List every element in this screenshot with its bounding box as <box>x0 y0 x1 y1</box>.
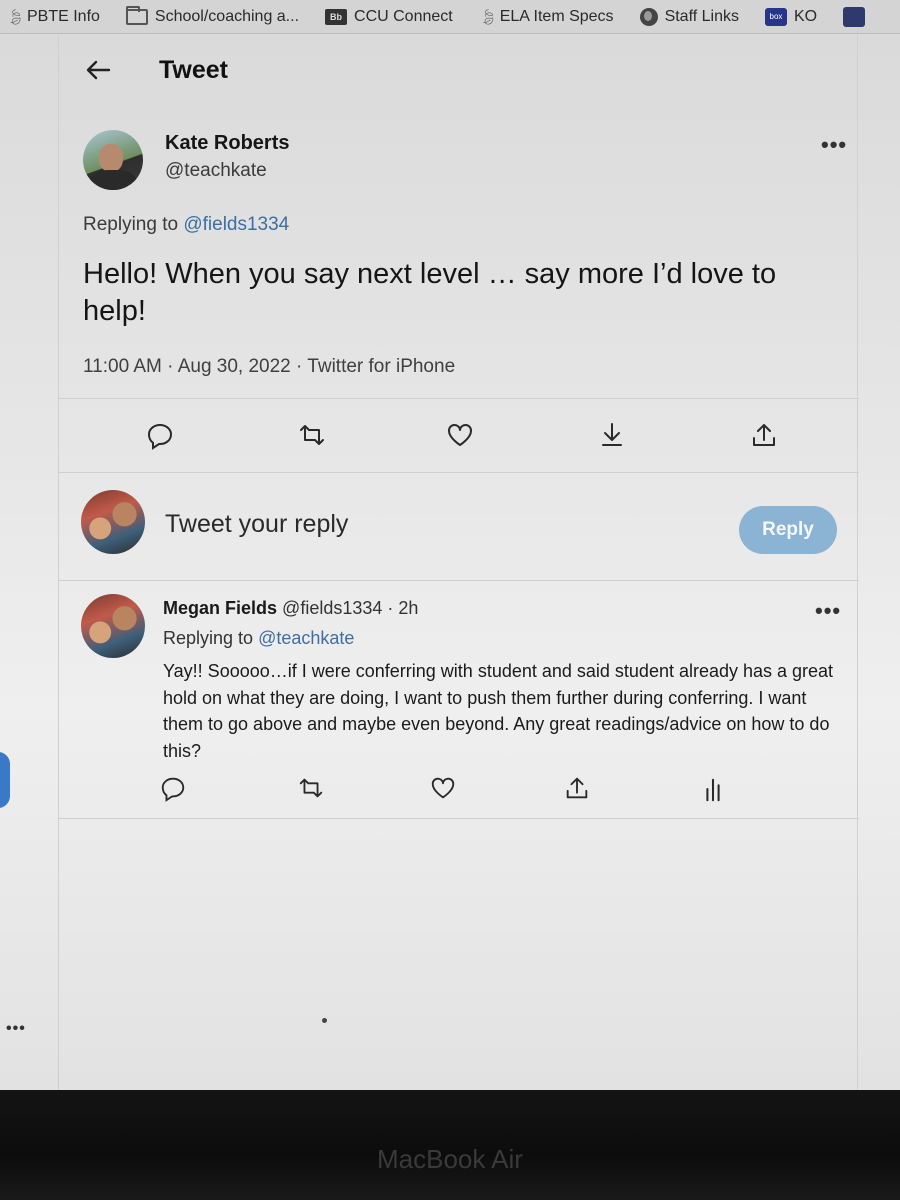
avatar[interactable] <box>81 594 145 658</box>
retweet-icon[interactable] <box>297 774 325 802</box>
author-handle[interactable]: @teachkate <box>165 160 267 182</box>
replying-to: Replying to @fields1334 <box>83 214 289 236</box>
bookmark-label: KO <box>793 7 818 25</box>
reply-composer: Tweet your reply Reply <box>59 476 859 576</box>
replying-prefix: Replying to <box>83 214 179 235</box>
device-label: MacBook Air <box>377 1144 523 1174</box>
retweet-icon[interactable] <box>297 420 327 450</box>
bookmark-label: ELA Item Specs <box>499 7 614 25</box>
tweet-column: Tweet Kate Roberts @teachkate ••• Replyi… <box>58 34 859 1090</box>
browser-screen: 🍃︎ PBTE Info School/coaching a... Bb CCU… <box>0 0 900 1090</box>
reply-input[interactable]: Tweet your reply <box>165 510 348 539</box>
bookmark-label: School/coaching a... <box>154 7 300 25</box>
globe-icon <box>639 7 658 26</box>
more-options-icon[interactable]: ••• <box>821 134 847 156</box>
heart-icon[interactable] <box>429 774 457 802</box>
bookmark-staff-links[interactable]: Staff Links <box>639 7 739 26</box>
replying-to: Replying to @teachkate <box>163 628 354 649</box>
reply-icon[interactable] <box>145 420 175 450</box>
compose-fab[interactable] <box>0 752 10 808</box>
bookmarks-bar: 🍃︎ PBTE Info School/coaching a... Bb CCU… <box>0 0 900 34</box>
app-icon <box>843 6 866 27</box>
back-arrow-icon[interactable] <box>85 58 111 82</box>
tweet-header: Tweet <box>59 34 859 112</box>
page-title: Tweet <box>159 56 228 84</box>
avatar <box>81 490 145 554</box>
heart-icon[interactable] <box>445 420 475 450</box>
box-icon: box <box>764 7 787 26</box>
reply-time[interactable]: · 2h <box>387 598 418 618</box>
divider <box>59 472 859 473</box>
bookmark-school-folder[interactable]: School/coaching a... <box>125 5 300 26</box>
leaf-icon: 🍃︎ <box>6 8 26 26</box>
share-icon[interactable] <box>749 420 779 450</box>
bookmark-ela-item-specs[interactable]: 🍃︎ ELA Item Specs <box>479 8 614 26</box>
avatar[interactable] <box>83 130 143 190</box>
divider <box>59 818 859 819</box>
divider <box>59 398 859 399</box>
screen-speck <box>322 1018 327 1023</box>
reply-author-name[interactable]: Megan Fields <box>163 598 277 618</box>
share-icon[interactable] <box>563 774 591 802</box>
divider <box>59 580 859 581</box>
bookmark-download-icon[interactable] <box>597 420 627 450</box>
tweet-text: Hello! When you say next level … say mor… <box>83 258 777 327</box>
bookmark-pbte-info[interactable]: 🍃︎ PBTE Info <box>6 8 100 26</box>
bookmark-extra[interactable] <box>843 6 872 27</box>
author-name[interactable]: Kate Roberts <box>165 132 289 155</box>
bookmark-ko[interactable]: box KO <box>764 7 818 26</box>
more-menu-icon[interactable]: ••• <box>6 1020 26 1038</box>
folder-icon <box>125 5 148 25</box>
replying-to-link[interactable]: @teachkate <box>258 628 354 648</box>
replying-prefix: Replying to <box>163 628 254 648</box>
more-options-icon[interactable]: ••• <box>815 600 841 622</box>
reply-icon[interactable] <box>159 774 187 802</box>
bookmark-label: Staff Links <box>664 7 739 25</box>
bookmark-ccu-connect[interactable]: Bb CCU Connect <box>325 8 453 26</box>
bookmark-label: CCU Connect <box>354 7 453 25</box>
leaf-icon: 🍃︎ <box>478 8 498 26</box>
reply-button[interactable]: Reply <box>739 506 837 554</box>
reply-header: Megan Fields @fields1334 · 2h <box>163 598 418 619</box>
replying-to-link[interactable]: @fields1334 <box>183 214 289 235</box>
blackboard-icon: Bb <box>325 8 348 25</box>
reply-author-handle[interactable]: @fields1334 <box>282 598 382 618</box>
analytics-icon[interactable] <box>699 776 727 804</box>
reply-text: Yay!! Sooooo…if I were conferring with s… <box>163 661 834 761</box>
tweet-meta: 11:00 AM · Aug 30, 2022 · Twitter for iP… <box>83 356 456 377</box>
bookmark-label: PBTE Info <box>27 7 100 25</box>
laptop-bezel: MacBook Air <box>0 1090 900 1200</box>
